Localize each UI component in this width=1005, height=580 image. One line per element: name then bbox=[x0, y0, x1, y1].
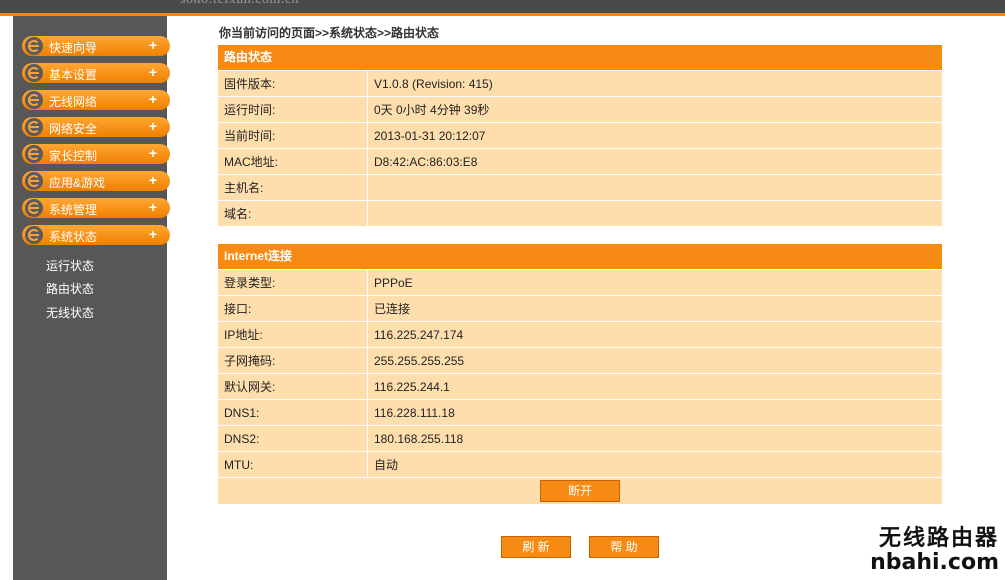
menu-item-system-status[interactable]: 系统状态 + bbox=[22, 225, 170, 245]
row-label: 运行时间: bbox=[218, 97, 368, 122]
menu-label: 基本设置 bbox=[49, 68, 98, 82]
row-label: 登录类型: bbox=[218, 270, 368, 295]
row-label: IP地址: bbox=[218, 322, 368, 347]
menu-bullet-icon bbox=[25, 172, 43, 190]
table-row: DNS2: 180.168.255.118 bbox=[218, 425, 942, 451]
row-label: 主机名: bbox=[218, 175, 368, 200]
row-value: 180.168.255.118 bbox=[374, 431, 464, 446]
expand-plus-icon[interactable]: + bbox=[149, 172, 157, 188]
expand-plus-icon[interactable]: + bbox=[149, 64, 157, 80]
menu-item-wireless[interactable]: 无线网络 + bbox=[22, 90, 170, 110]
sidebar: 快速向导 + 基本设置 + 无线网络 + 网络安全 + 家长控制 + 应用&游戏… bbox=[13, 16, 170, 580]
row-value: 116.228.111.18 bbox=[374, 405, 455, 420]
row-label: MTU: bbox=[218, 452, 368, 477]
menu-label: 系统状态 bbox=[49, 230, 98, 244]
menu-item-basic-settings[interactable]: 基本设置 + bbox=[22, 63, 170, 83]
menu-label: 家长控制 bbox=[49, 149, 98, 163]
menu-item-parental-control[interactable]: 家长控制 + bbox=[22, 144, 170, 164]
table-row: 子网掩码: 255.255.255.255 bbox=[218, 347, 942, 373]
table-row: 当前时间: 2013-01-31 20:12:07 bbox=[218, 122, 942, 148]
router-status-panel: 路由状态 固件版本: V1.0.8 (Revision: 415) 运行时间: … bbox=[218, 45, 942, 226]
table-row: MTU: 自动 bbox=[218, 451, 942, 477]
expand-plus-icon[interactable]: + bbox=[149, 118, 157, 134]
top-header-bar: sono.feixun.com.cn bbox=[0, 0, 1005, 16]
row-value: PPPoE bbox=[374, 275, 413, 290]
disconnect-button[interactable]: 断开 bbox=[540, 480, 620, 502]
watermark-line1: 无线路由器 bbox=[878, 525, 999, 551]
submenu-run-status[interactable]: 运行状态 bbox=[46, 257, 94, 274]
menu-item-quick-wizard[interactable]: 快速向导 + bbox=[22, 36, 170, 56]
menu-bullet-icon bbox=[25, 199, 43, 217]
router-status-title: 路由状态 bbox=[218, 45, 942, 70]
menu-item-system-management[interactable]: 系统管理 + bbox=[22, 198, 170, 218]
row-label: DNS1: bbox=[218, 400, 368, 425]
menu-bullet-icon bbox=[25, 37, 43, 55]
row-value: V1.0.8 (Revision: 415) bbox=[374, 76, 493, 91]
menu-bullet-icon bbox=[25, 91, 43, 109]
menu-item-network-security[interactable]: 网络安全 + bbox=[22, 117, 170, 137]
row-value: D8:42:AC:86:03:E8 bbox=[374, 154, 478, 169]
table-row: 主机名: bbox=[218, 174, 942, 200]
watermark: 无线路由器 nbahi.com bbox=[870, 520, 999, 575]
row-label: 固件版本: bbox=[218, 71, 368, 96]
row-value: 116.225.247.174 bbox=[374, 327, 464, 342]
table-row: 默认网关: 116.225.244.1 bbox=[218, 373, 942, 399]
menu-label: 网络安全 bbox=[49, 122, 98, 136]
menu-item-apps-games[interactable]: 应用&游戏 + bbox=[22, 171, 170, 191]
help-button[interactable]: 帮 助 bbox=[589, 536, 659, 558]
header-domain-text: sono.feixun.com.cn bbox=[180, 0, 299, 8]
row-label: 默认网关: bbox=[218, 374, 368, 399]
menu-bullet-icon bbox=[25, 226, 43, 244]
menu-label: 快速向导 bbox=[49, 41, 98, 55]
submenu-router-status[interactable]: 路由状态 bbox=[46, 280, 94, 297]
internet-title: Internet连接 bbox=[218, 244, 942, 269]
expand-plus-icon[interactable]: + bbox=[149, 91, 157, 107]
row-value: 自动 bbox=[374, 458, 399, 472]
table-row: 登录类型: PPPoE bbox=[218, 269, 942, 295]
expand-plus-icon[interactable]: + bbox=[149, 37, 157, 53]
row-value: 255.255.255.255 bbox=[374, 353, 465, 368]
submenu-wireless-status[interactable]: 无线状态 bbox=[46, 304, 94, 321]
table-row: DNS1: 116.228.111.18 bbox=[218, 399, 942, 425]
row-value: 0天 0小时 4分钟 39秒 bbox=[374, 103, 490, 117]
table-row: 域名: bbox=[218, 200, 942, 226]
row-label: 域名: bbox=[218, 201, 368, 226]
refresh-button[interactable]: 刷 新 bbox=[501, 536, 571, 558]
menu-bullet-icon bbox=[25, 145, 43, 163]
menu-label: 应用&游戏 bbox=[49, 176, 106, 190]
row-value: 116.225.244.1 bbox=[374, 379, 450, 394]
row-label: DNS2: bbox=[218, 426, 368, 451]
watermark-line2: nbahi.com bbox=[870, 550, 999, 575]
breadcrumb: 你当前访问的页面>>系统状态>>路由状态 bbox=[219, 26, 440, 40]
row-label: MAC地址: bbox=[218, 149, 368, 174]
row-label: 接口: bbox=[218, 296, 368, 321]
table-row: 接口: 已连接 bbox=[218, 295, 942, 321]
table-row: MAC地址: D8:42:AC:86:03:E8 bbox=[218, 148, 942, 174]
menu-label: 系统管理 bbox=[49, 203, 98, 217]
row-label: 当前时间: bbox=[218, 123, 368, 148]
row-value: 已连接 bbox=[374, 302, 411, 316]
table-row: IP地址: 116.225.247.174 bbox=[218, 321, 942, 347]
disconnect-row: 断开 bbox=[218, 477, 942, 504]
internet-panel: Internet连接 登录类型: PPPoE 接口: 已连接 IP地址: 116… bbox=[218, 244, 942, 504]
expand-plus-icon[interactable]: + bbox=[149, 199, 157, 215]
menu-bullet-icon bbox=[25, 64, 43, 82]
menu-label: 无线网络 bbox=[49, 95, 98, 109]
menu-bullet-icon bbox=[25, 118, 43, 136]
table-row: 运行时间: 0天 0小时 4分钟 39秒 bbox=[218, 96, 942, 122]
table-row: 固件版本: V1.0.8 (Revision: 415) bbox=[218, 70, 942, 96]
expand-plus-icon[interactable]: + bbox=[149, 226, 157, 242]
row-label: 子网掩码: bbox=[218, 348, 368, 373]
expand-plus-icon[interactable]: + bbox=[149, 145, 157, 161]
row-value: 2013-01-31 20:12:07 bbox=[374, 128, 486, 143]
